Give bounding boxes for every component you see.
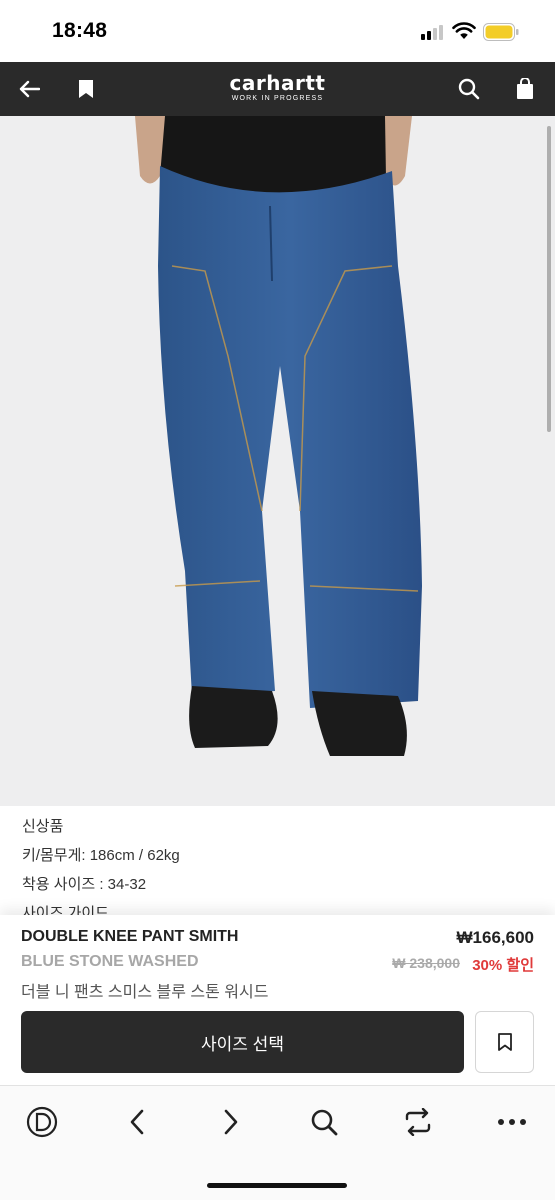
wishlist-button[interactable] xyxy=(475,1011,534,1073)
app-header: carhartt WORK IN PROGRESS xyxy=(0,62,555,116)
scroll-indicator[interactable] xyxy=(547,126,551,432)
product-image[interactable] xyxy=(0,116,555,806)
model-size-info: 착용 사이즈 : 34-32 xyxy=(22,876,147,893)
status-time: 18:48 xyxy=(52,19,108,42)
product-name-korean: 더블 니 팬츠 스미스 블루 스톤 워시드 xyxy=(21,984,269,1001)
search-icon[interactable] xyxy=(302,1100,346,1144)
cellular-signal-icon xyxy=(421,24,447,40)
model-body-info: 키/몸무게: 186cm / 62kg xyxy=(22,847,180,864)
wifi-icon xyxy=(452,22,476,39)
sale-price: ₩166,600 xyxy=(456,928,535,947)
tabs-switch-icon[interactable] xyxy=(396,1100,440,1144)
product-color: BLUE STONE WASHED xyxy=(21,953,199,970)
shopping-bag-icon[interactable] xyxy=(512,62,538,116)
back-chevron-icon[interactable] xyxy=(115,1100,159,1144)
product-info: 신상품 키/몸무게: 186cm / 62kg 착용 사이즈 : 34-32 사… xyxy=(22,814,542,930)
battery-icon xyxy=(483,23,519,41)
new-badge: 신상품 xyxy=(22,818,64,835)
search-icon[interactable] xyxy=(455,62,483,116)
more-icon[interactable] xyxy=(490,1100,534,1144)
status-bar: 18:48 xyxy=(0,0,555,62)
discount-rate: 30% 할인 xyxy=(472,957,534,974)
forward-chevron-icon[interactable] xyxy=(209,1100,253,1144)
d-icon[interactable] xyxy=(20,1100,64,1144)
bookmark-outline-icon xyxy=(497,1033,512,1051)
home-indicator xyxy=(207,1183,347,1188)
purchase-sheet: DOUBLE KNEE PANT SMITH BLUE STONE WASHED… xyxy=(0,915,555,1085)
original-price: ₩ 238,000 xyxy=(392,955,460,971)
select-size-button[interactable]: 사이즈 선택 xyxy=(21,1011,464,1073)
product-name: DOUBLE KNEE PANT SMITH xyxy=(21,928,239,945)
product-photo-jeans xyxy=(135,116,422,756)
